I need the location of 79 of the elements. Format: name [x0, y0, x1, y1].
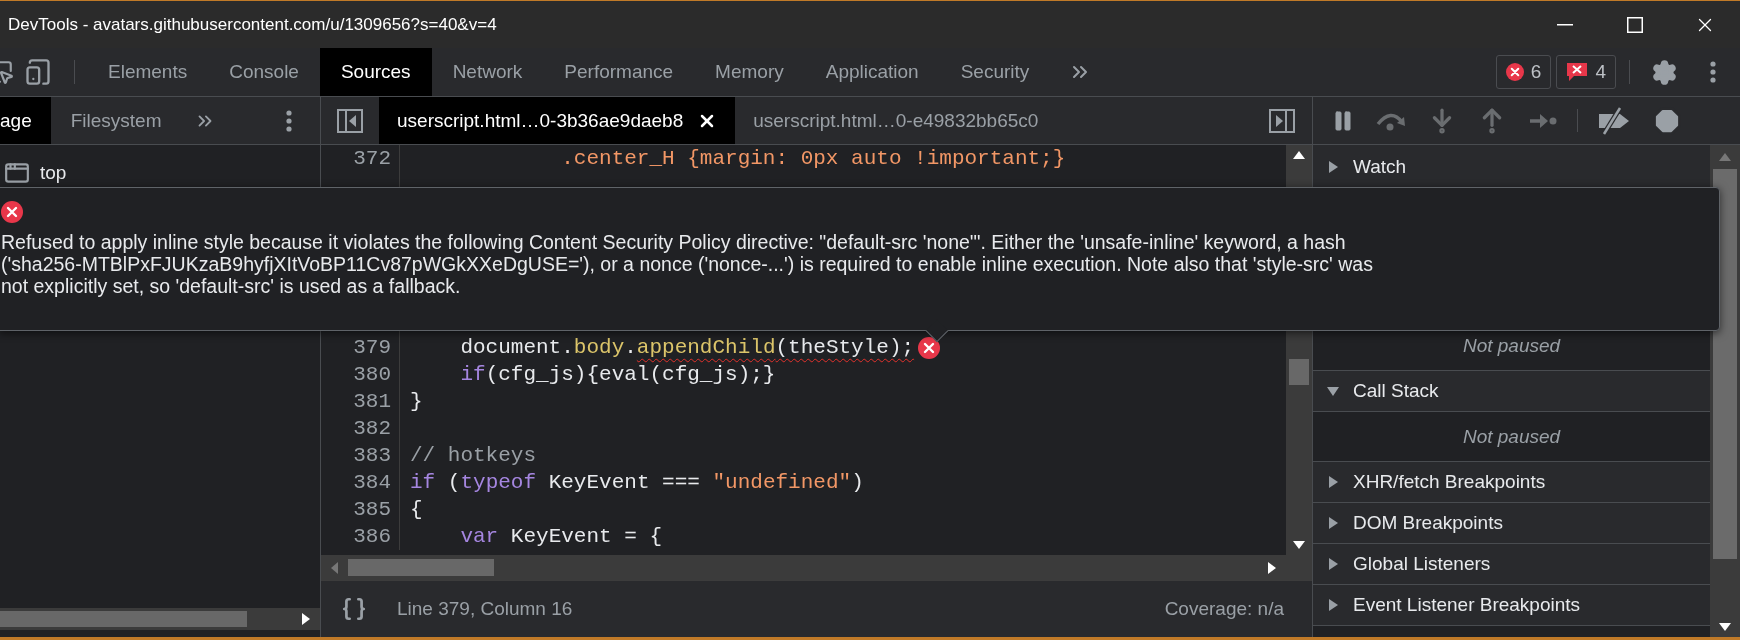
panel-tab[interactable]: Memory [694, 48, 805, 96]
window-title: DevTools - avatars.githubusercontent.com/u/1309656?s=40&v=4 [8, 14, 498, 35]
line-number: 386 [321, 523, 400, 550]
scroll-arrow-icon[interactable] [1719, 623, 1731, 631]
section-title: XHR/fetch Breakpoints [1353, 471, 1546, 493]
error-count-badge[interactable]: 6 [1495, 55, 1552, 89]
panel-tab[interactable]: Application [804, 48, 940, 96]
minimize-icon [1557, 23, 1573, 26]
panel-tab[interactable]: Sources [319, 48, 432, 96]
scroll-arrow-icon[interactable] [302, 613, 310, 625]
scroll-thumb[interactable] [1289, 359, 1309, 385]
code-line: // hotkeys [409, 444, 537, 467]
issue-count-badge[interactable]: 4 [1556, 55, 1616, 89]
menu-icon [1710, 61, 1716, 83]
line-number: 372 [321, 145, 400, 172]
code-line: document.body.appendChild(theStyle); [459, 336, 915, 359]
line-number: 383 [321, 442, 400, 469]
collapsed-triangle-icon [1327, 517, 1339, 529]
line-number: 381 [321, 388, 400, 415]
horizontal-scrollbar[interactable] [321, 555, 1312, 580]
section-title: Event Listener Breakpoints [1353, 594, 1581, 616]
message-x-icon [1566, 62, 1589, 82]
coverage-status: Coverage: n/a [1164, 598, 1284, 620]
line-number: 384 [321, 469, 400, 496]
scroll-arrow-icon[interactable] [1293, 151, 1305, 159]
collapsed-triangle-icon [1327, 558, 1339, 570]
scroll-thumb[interactable] [0, 611, 247, 627]
line-number: 379 [321, 334, 400, 361]
panel-tab[interactable]: Console [208, 48, 320, 96]
error-icon [1, 201, 23, 223]
panel-tab[interactable]: Security [939, 48, 1051, 96]
error-icon [1505, 63, 1524, 81]
section-title: Watch [1353, 155, 1407, 178]
code-line: { [409, 498, 423, 521]
code-line: var KeyEvent = { [459, 525, 663, 548]
navigator-tab[interactable]: Filesystem [50, 97, 182, 144]
panel-tab[interactable]: Elements [87, 48, 209, 96]
navigator-toggle-icon[interactable] [337, 108, 363, 133]
device-icon [24, 58, 52, 86]
expanded-triangle-icon [1327, 385, 1339, 397]
section-header[interactable]: DOM Breakpoints [1313, 503, 1710, 544]
cursor-position: Line 379, Column 16 [397, 598, 573, 620]
horizontal-scrollbar[interactable] [0, 608, 320, 630]
scroll-thumb[interactable] [348, 558, 494, 577]
panel-tab[interactable]: Network [431, 48, 544, 96]
section-title: Global Listeners [1353, 553, 1491, 575]
section-title: DOM Breakpoints [1353, 512, 1503, 534]
line-number: 382 [321, 415, 400, 442]
window-icon [4, 160, 30, 186]
line-number: 385 [321, 496, 400, 523]
code-line: } [409, 390, 423, 413]
scroll-arrow-icon[interactable] [1293, 541, 1305, 549]
file-tab[interactable]: userscript.html…0-3b36ae9daeb8 [379, 97, 736, 144]
panel-tab[interactable]: Performance [543, 48, 695, 96]
section-header[interactable]: Watch [1313, 145, 1710, 189]
code-line: .center_H {margin: 0px auto !important;} [560, 147, 1066, 170]
vertical-scrollbar[interactable] [1710, 145, 1740, 637]
settings-icon [1651, 58, 1678, 86]
line-number: 380 [321, 361, 400, 388]
error-message: Refused to apply inline style because it violates the following Content Security Policy directive: "default-src 'none'". Either the 'unsafe-inline' keyword, a hash ('sha256-MTBlPxFJUKzaB9hyfjXItVoBP11Cv87pWGkXXeDgUSE='), or a nonce ('nonce-...') is required to enable inline execution. Note also that 'style-src' was not explicitly set, so 'default-src' is used as a fallback. [1, 231, 1374, 297]
code-line: if(cfg_js){eval(cfg_js);} [459, 363, 776, 386]
collapsed-triangle-icon [1327, 476, 1339, 488]
section-header[interactable]: XHR/fetch Breakpoints [1313, 462, 1710, 503]
maximize-icon [1627, 16, 1643, 33]
section-header[interactable]: Global Listeners [1313, 544, 1710, 585]
collapsed-triangle-icon [1327, 160, 1339, 173]
scroll-arrow-icon[interactable] [1268, 561, 1276, 574]
pretty-print-icon[interactable] [341, 596, 367, 622]
section-header[interactable]: Event Listener Breakpoints [1313, 585, 1710, 626]
frame-item[interactable]: top [0, 159, 320, 187]
code-line: if (typeof KeyEvent === "undefined") [409, 471, 864, 494]
navigator-tab[interactable]: age [0, 97, 51, 144]
arrow-right-icon [1529, 111, 1557, 130]
menu-icon [286, 109, 292, 132]
file-tab[interactable]: userscript.html…0-e49832bb65c0 [735, 97, 1057, 144]
section-title: Call Stack [1353, 380, 1439, 402]
section-header[interactable]: Call Stack [1313, 371, 1710, 412]
debugger-toggle-icon[interactable] [1269, 108, 1295, 133]
collapsed-triangle-icon [1327, 599, 1339, 611]
